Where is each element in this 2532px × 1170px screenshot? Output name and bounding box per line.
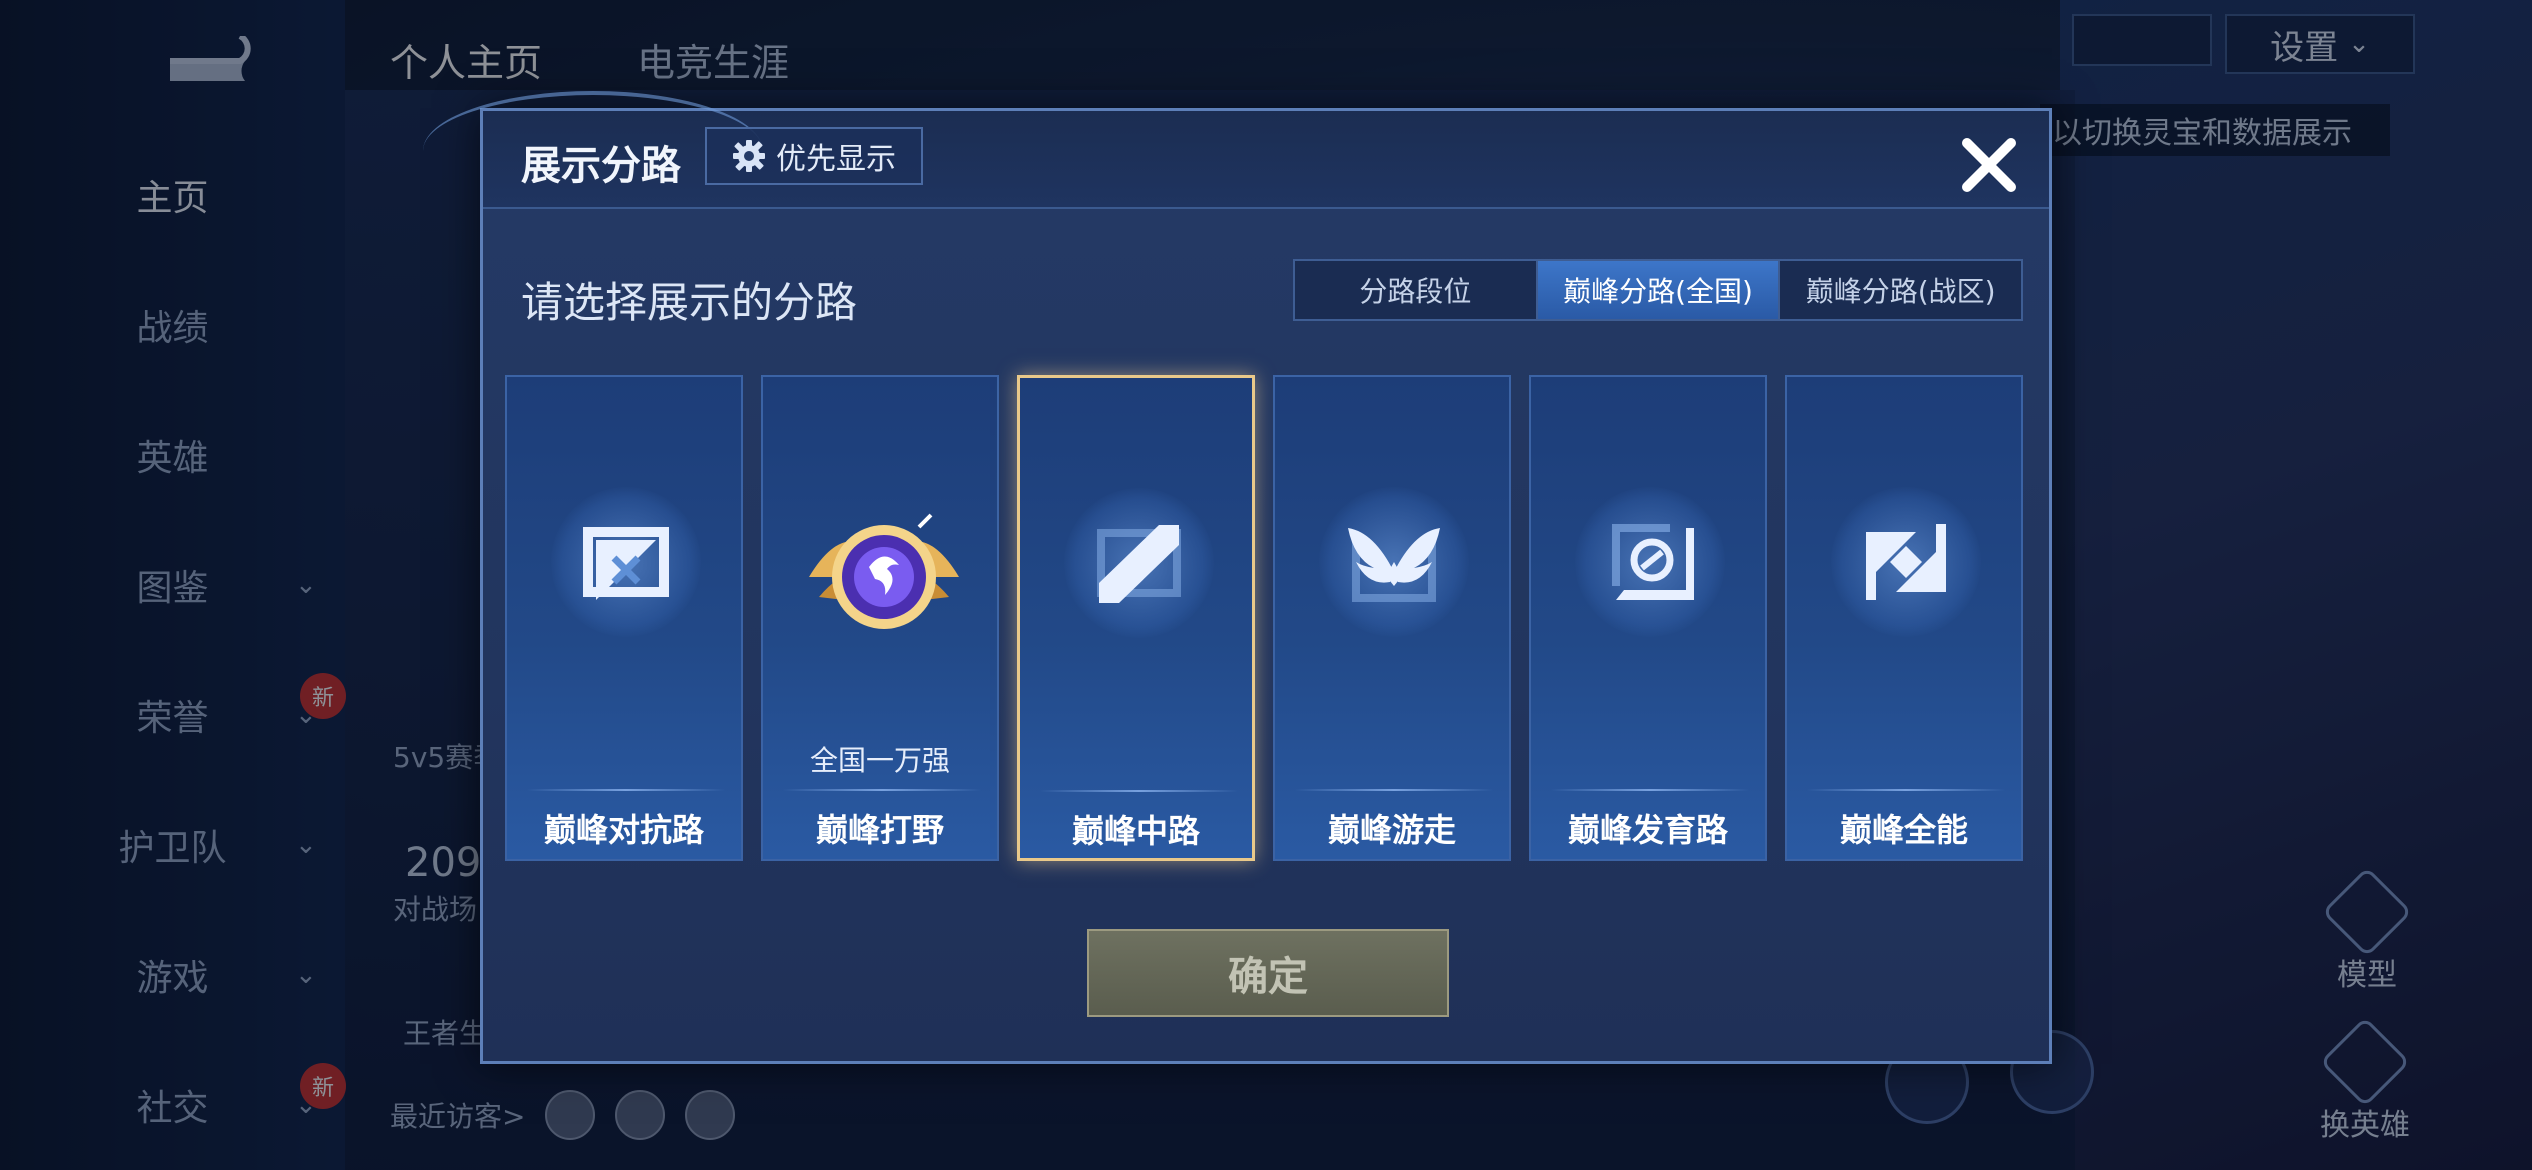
bow-lane-icon — [1575, 487, 1725, 637]
mid-lane-icon — [1064, 488, 1214, 638]
rank-text: 全国一万强 — [809, 744, 950, 777]
priority-display-button[interactable]: 优先显示 — [705, 127, 923, 185]
lane-name: 巅峰对抗路 — [543, 811, 704, 849]
selection-prompt: 请选择展示的分路 — [521, 278, 858, 327]
lane-card-mid[interactable]: 巅峰中路 — [1017, 375, 1255, 861]
lane-name: 巅峰打野 — [815, 811, 944, 849]
lane-name: 巅峰发育路 — [1567, 811, 1728, 849]
lane-card-top[interactable]: 巅峰对抗路 — [505, 375, 743, 861]
divider — [1551, 789, 1749, 791]
dialog-title: 展示分路 — [521, 143, 681, 189]
jungle-medal-icon — [809, 513, 959, 629]
confirm-button[interactable]: 确定 — [1087, 929, 1449, 1017]
lane-card-bot[interactable]: 巅峰发育路 — [1529, 375, 1767, 861]
ranking-scope-segmented-control: 分路段位 巅峰分路(全国) 巅峰分路(战区) — [1293, 259, 2023, 321]
lane-card-allround[interactable]: 巅峰全能 — [1785, 375, 2023, 861]
close-button[interactable] — [1953, 129, 2025, 201]
lane-card-list: 巅峰对抗路 全国一万强 巅峰打野 巅峰中路 巅峰游走 巅峰发育路 巅峰全能 — [505, 375, 2037, 861]
lane-name: 巅峰游走 — [1327, 811, 1456, 849]
allround-icon — [1831, 487, 1981, 637]
divider — [1807, 789, 2005, 791]
divider — [783, 789, 981, 791]
segment-lane-rank[interactable]: 分路段位 — [1295, 261, 1538, 319]
gear-icon — [733, 140, 765, 172]
priority-display-label: 优先显示 — [776, 142, 896, 177]
dialog-header: 展示分路 优先显示 — [423, 91, 2049, 209]
segment-peak-national[interactable]: 巅峰分路(全国) — [1537, 261, 1781, 319]
segment-peak-region[interactable]: 巅峰分路(战区) — [1780, 261, 2021, 319]
close-icon — [1962, 138, 2016, 192]
lane-card-roam[interactable]: 巅峰游走 — [1273, 375, 1511, 861]
wings-icon — [1319, 487, 1469, 637]
divider — [1295, 789, 1493, 791]
sword-lane-icon — [551, 487, 701, 637]
lane-card-jungle[interactable]: 全国一万强 巅峰打野 — [761, 375, 999, 861]
lane-name: 巅峰中路 — [1071, 812, 1200, 850]
lane-name: 巅峰全能 — [1839, 811, 1968, 849]
divider — [1040, 790, 1238, 792]
divider — [527, 789, 725, 791]
lane-display-dialog: 展示分路 优先显示 请选择展示的分路 分路段位 巅峰分路(全国) 巅峰分路(战区… — [423, 91, 2052, 1064]
